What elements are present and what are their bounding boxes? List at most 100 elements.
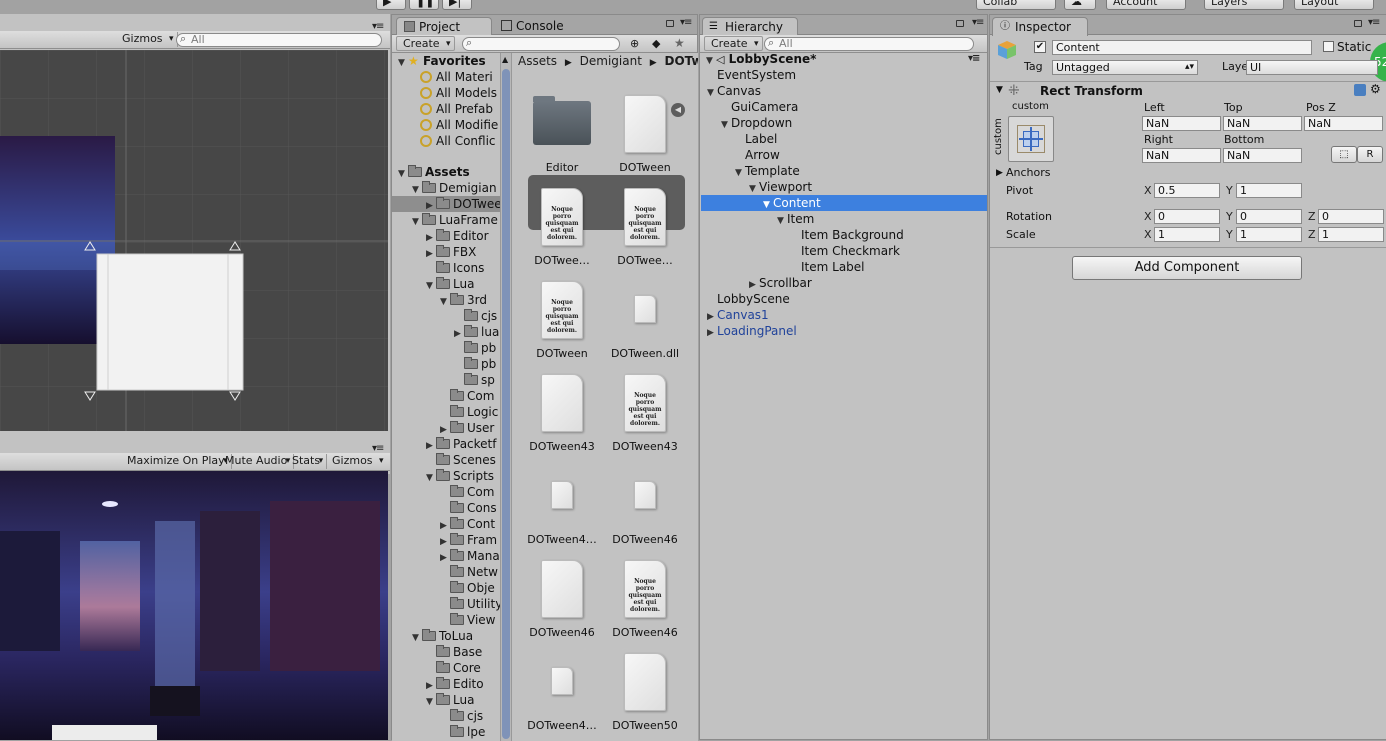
inspector-lock-icon[interactable] bbox=[1354, 20, 1362, 27]
scene-menu-icon[interactable]: ▾≡ bbox=[372, 22, 384, 32]
inspector-menu-icon[interactable]: ▾≡ bbox=[1368, 18, 1380, 28]
cloud-button[interactable]: ☁ bbox=[1064, 0, 1096, 10]
folder-item[interactable]: ▼ Scripts bbox=[392, 468, 500, 484]
account-dropdown[interactable]: Account bbox=[1106, 0, 1186, 10]
rotation-x-field[interactable]: 0 bbox=[1154, 209, 1220, 224]
folder-item[interactable]: Utility bbox=[392, 596, 500, 612]
pivot-x-field[interactable]: 0.5 bbox=[1154, 183, 1220, 198]
folder-item[interactable]: pb bbox=[392, 340, 500, 356]
folder-item[interactable]: ▶ User bbox=[392, 420, 500, 436]
folder-item[interactable]: ▼ 3rd bbox=[392, 292, 500, 308]
scene-search-input[interactable]: All bbox=[176, 33, 382, 47]
tree-scrollbar-thumb[interactable] bbox=[502, 69, 510, 739]
hierarchy-item[interactable]: Item Label bbox=[701, 259, 987, 275]
asset-item[interactable]: DOTween4… bbox=[522, 653, 602, 732]
asset-item[interactable]: Noque porro quisquam est qui dolorem. DOT… bbox=[605, 374, 685, 453]
hierarchy-lock-icon[interactable] bbox=[956, 20, 964, 27]
static-checkbox[interactable] bbox=[1323, 41, 1334, 52]
folder-item[interactable]: ▼ ToLua bbox=[392, 628, 500, 644]
scene-menu-icon[interactable]: ▾≡ bbox=[968, 54, 980, 64]
scale-x-field[interactable]: 1 bbox=[1154, 227, 1220, 242]
hierarchy-item[interactable]: Label bbox=[701, 131, 987, 147]
step-button[interactable]: ▶| bbox=[442, 0, 472, 10]
folder-item[interactable]: sp bbox=[392, 372, 500, 388]
rotation-y-field[interactable]: 0 bbox=[1236, 209, 1302, 224]
tab-project[interactable]: Project bbox=[396, 17, 492, 36]
folder-item[interactable]: Base bbox=[392, 644, 500, 660]
folder-item[interactable]: cjs bbox=[392, 308, 500, 324]
asset-item[interactable]: Noque porro quisquam est qui dolorem. DOT… bbox=[605, 188, 685, 267]
hierarchy-menu-icon[interactable]: ▾≡ bbox=[972, 18, 984, 28]
hierarchy-create-dropdown[interactable]: Create bbox=[704, 36, 763, 51]
posz-field[interactable]: NaN bbox=[1304, 116, 1383, 131]
anchor-presets-button[interactable] bbox=[1008, 116, 1054, 162]
pivot-y-field[interactable]: 1 bbox=[1236, 183, 1302, 198]
hierarchy-item[interactable]: ▼ Content bbox=[701, 195, 987, 211]
hierarchy-item[interactable]: ▼ Template bbox=[701, 163, 987, 179]
asset-item[interactable]: DOTween46 bbox=[522, 560, 602, 639]
blueprint-mode-button[interactable]: ⬚ bbox=[1331, 146, 1357, 163]
asset-item[interactable]: DOTween43 bbox=[522, 374, 602, 453]
asset-item[interactable]: Noque porro quisquam est qui dolorem. DOT… bbox=[522, 188, 602, 267]
hierarchy-item[interactable]: ▼ Viewport bbox=[701, 179, 987, 195]
folder-item[interactable]: Core bbox=[392, 660, 500, 676]
project-create-dropdown[interactable]: Create bbox=[396, 36, 455, 51]
filter-by-type-icon[interactable]: ⊕ bbox=[630, 37, 639, 50]
scene-root[interactable]: ▼ ◁ LobbyScene* ▾≡ bbox=[706, 51, 984, 67]
folder-item[interactable]: Obje bbox=[392, 580, 500, 596]
folder-item[interactable]: ▶ Packetf bbox=[392, 436, 500, 452]
folder-item[interactable]: ▼ Lua bbox=[392, 692, 500, 708]
folder-item[interactable]: ▶ DOTwee bbox=[392, 196, 500, 212]
right-field[interactable]: NaN bbox=[1142, 148, 1221, 163]
mute-audio-toggle[interactable]: Mute Audio bbox=[220, 454, 295, 469]
folder-item[interactable]: ▶ Cont bbox=[392, 516, 500, 532]
hierarchy-item[interactable]: Item Background bbox=[701, 227, 987, 243]
folder-item[interactable]: Com bbox=[392, 388, 500, 404]
anchors-expand-icon[interactable]: ▶ bbox=[996, 168, 1003, 178]
layers-dropdown[interactable]: Layers bbox=[1204, 0, 1284, 10]
favorite-item[interactable]: All Conflic bbox=[420, 133, 496, 149]
layout-dropdown[interactable]: Layout bbox=[1294, 0, 1374, 10]
asset-item[interactable]: Noque porro quisquam est qui dolorem. DOT… bbox=[605, 560, 685, 639]
hierarchy-item[interactable]: Item Checkmark bbox=[701, 243, 987, 259]
folder-item[interactable]: Netw bbox=[392, 564, 500, 580]
hierarchy-item[interactable]: GuiCamera bbox=[701, 99, 987, 115]
tab-console[interactable]: Console bbox=[494, 17, 590, 35]
folder-item[interactable]: cjs bbox=[392, 708, 500, 724]
assets-header[interactable]: ▼ Assets bbox=[398, 164, 470, 180]
maximize-on-play-toggle[interactable]: Maximize On Play bbox=[121, 454, 232, 469]
rotation-z-field[interactable]: 0 bbox=[1318, 209, 1384, 224]
favorite-item[interactable]: All Prefab bbox=[420, 101, 493, 117]
bottom-field[interactable]: NaN bbox=[1223, 148, 1302, 163]
tab-inspector[interactable]: ⓘ Inspector bbox=[992, 17, 1088, 36]
play-button[interactable]: ▶ bbox=[376, 0, 406, 10]
left-field[interactable]: NaN bbox=[1142, 116, 1221, 131]
folder-item[interactable]: lpe bbox=[392, 724, 500, 740]
tab-hierarchy[interactable]: ☰ Hierarchy bbox=[702, 17, 798, 36]
favorite-item[interactable]: All Materi bbox=[420, 69, 493, 85]
folder-item[interactable]: ▶ Mana bbox=[392, 548, 500, 564]
pause-button[interactable]: ❚❚ bbox=[409, 0, 439, 10]
scale-y-field[interactable]: 1 bbox=[1236, 227, 1302, 242]
folder-item[interactable]: ▼ Demigian bbox=[392, 180, 500, 196]
hierarchy-item[interactable]: ▼ Item bbox=[701, 211, 987, 227]
hierarchy-item[interactable]: ▼ Dropdown bbox=[701, 115, 987, 131]
anchors-label[interactable]: Anchors bbox=[1006, 166, 1051, 179]
folder-item[interactable]: View bbox=[392, 612, 500, 628]
help-book-icon[interactable] bbox=[1354, 84, 1366, 96]
favorite-item[interactable]: All Modifie bbox=[420, 117, 498, 133]
object-name-field[interactable]: Content bbox=[1052, 40, 1312, 55]
folder-item[interactable]: Icons bbox=[392, 260, 500, 276]
hierarchy-item[interactable]: EventSystem bbox=[701, 67, 987, 83]
hierarchy-item[interactable]: ▼ Canvas bbox=[701, 83, 987, 99]
folder-item[interactable]: Com bbox=[392, 484, 500, 500]
favorites-header[interactable]: ▼ ★ Favorites bbox=[398, 53, 486, 69]
folder-item[interactable]: ▶ Fram bbox=[392, 532, 500, 548]
folder-item[interactable]: Scenes bbox=[392, 452, 500, 468]
folder-item[interactable]: pb bbox=[392, 356, 500, 372]
hierarchy-item[interactable]: Arrow bbox=[701, 147, 987, 163]
favorite-item[interactable]: All Models bbox=[420, 85, 497, 101]
add-component-button[interactable]: Add Component bbox=[1072, 256, 1302, 280]
asset-item[interactable]: DOTween.dll bbox=[605, 281, 685, 360]
hierarchy-item[interactable]: LobbyScene bbox=[701, 291, 987, 307]
